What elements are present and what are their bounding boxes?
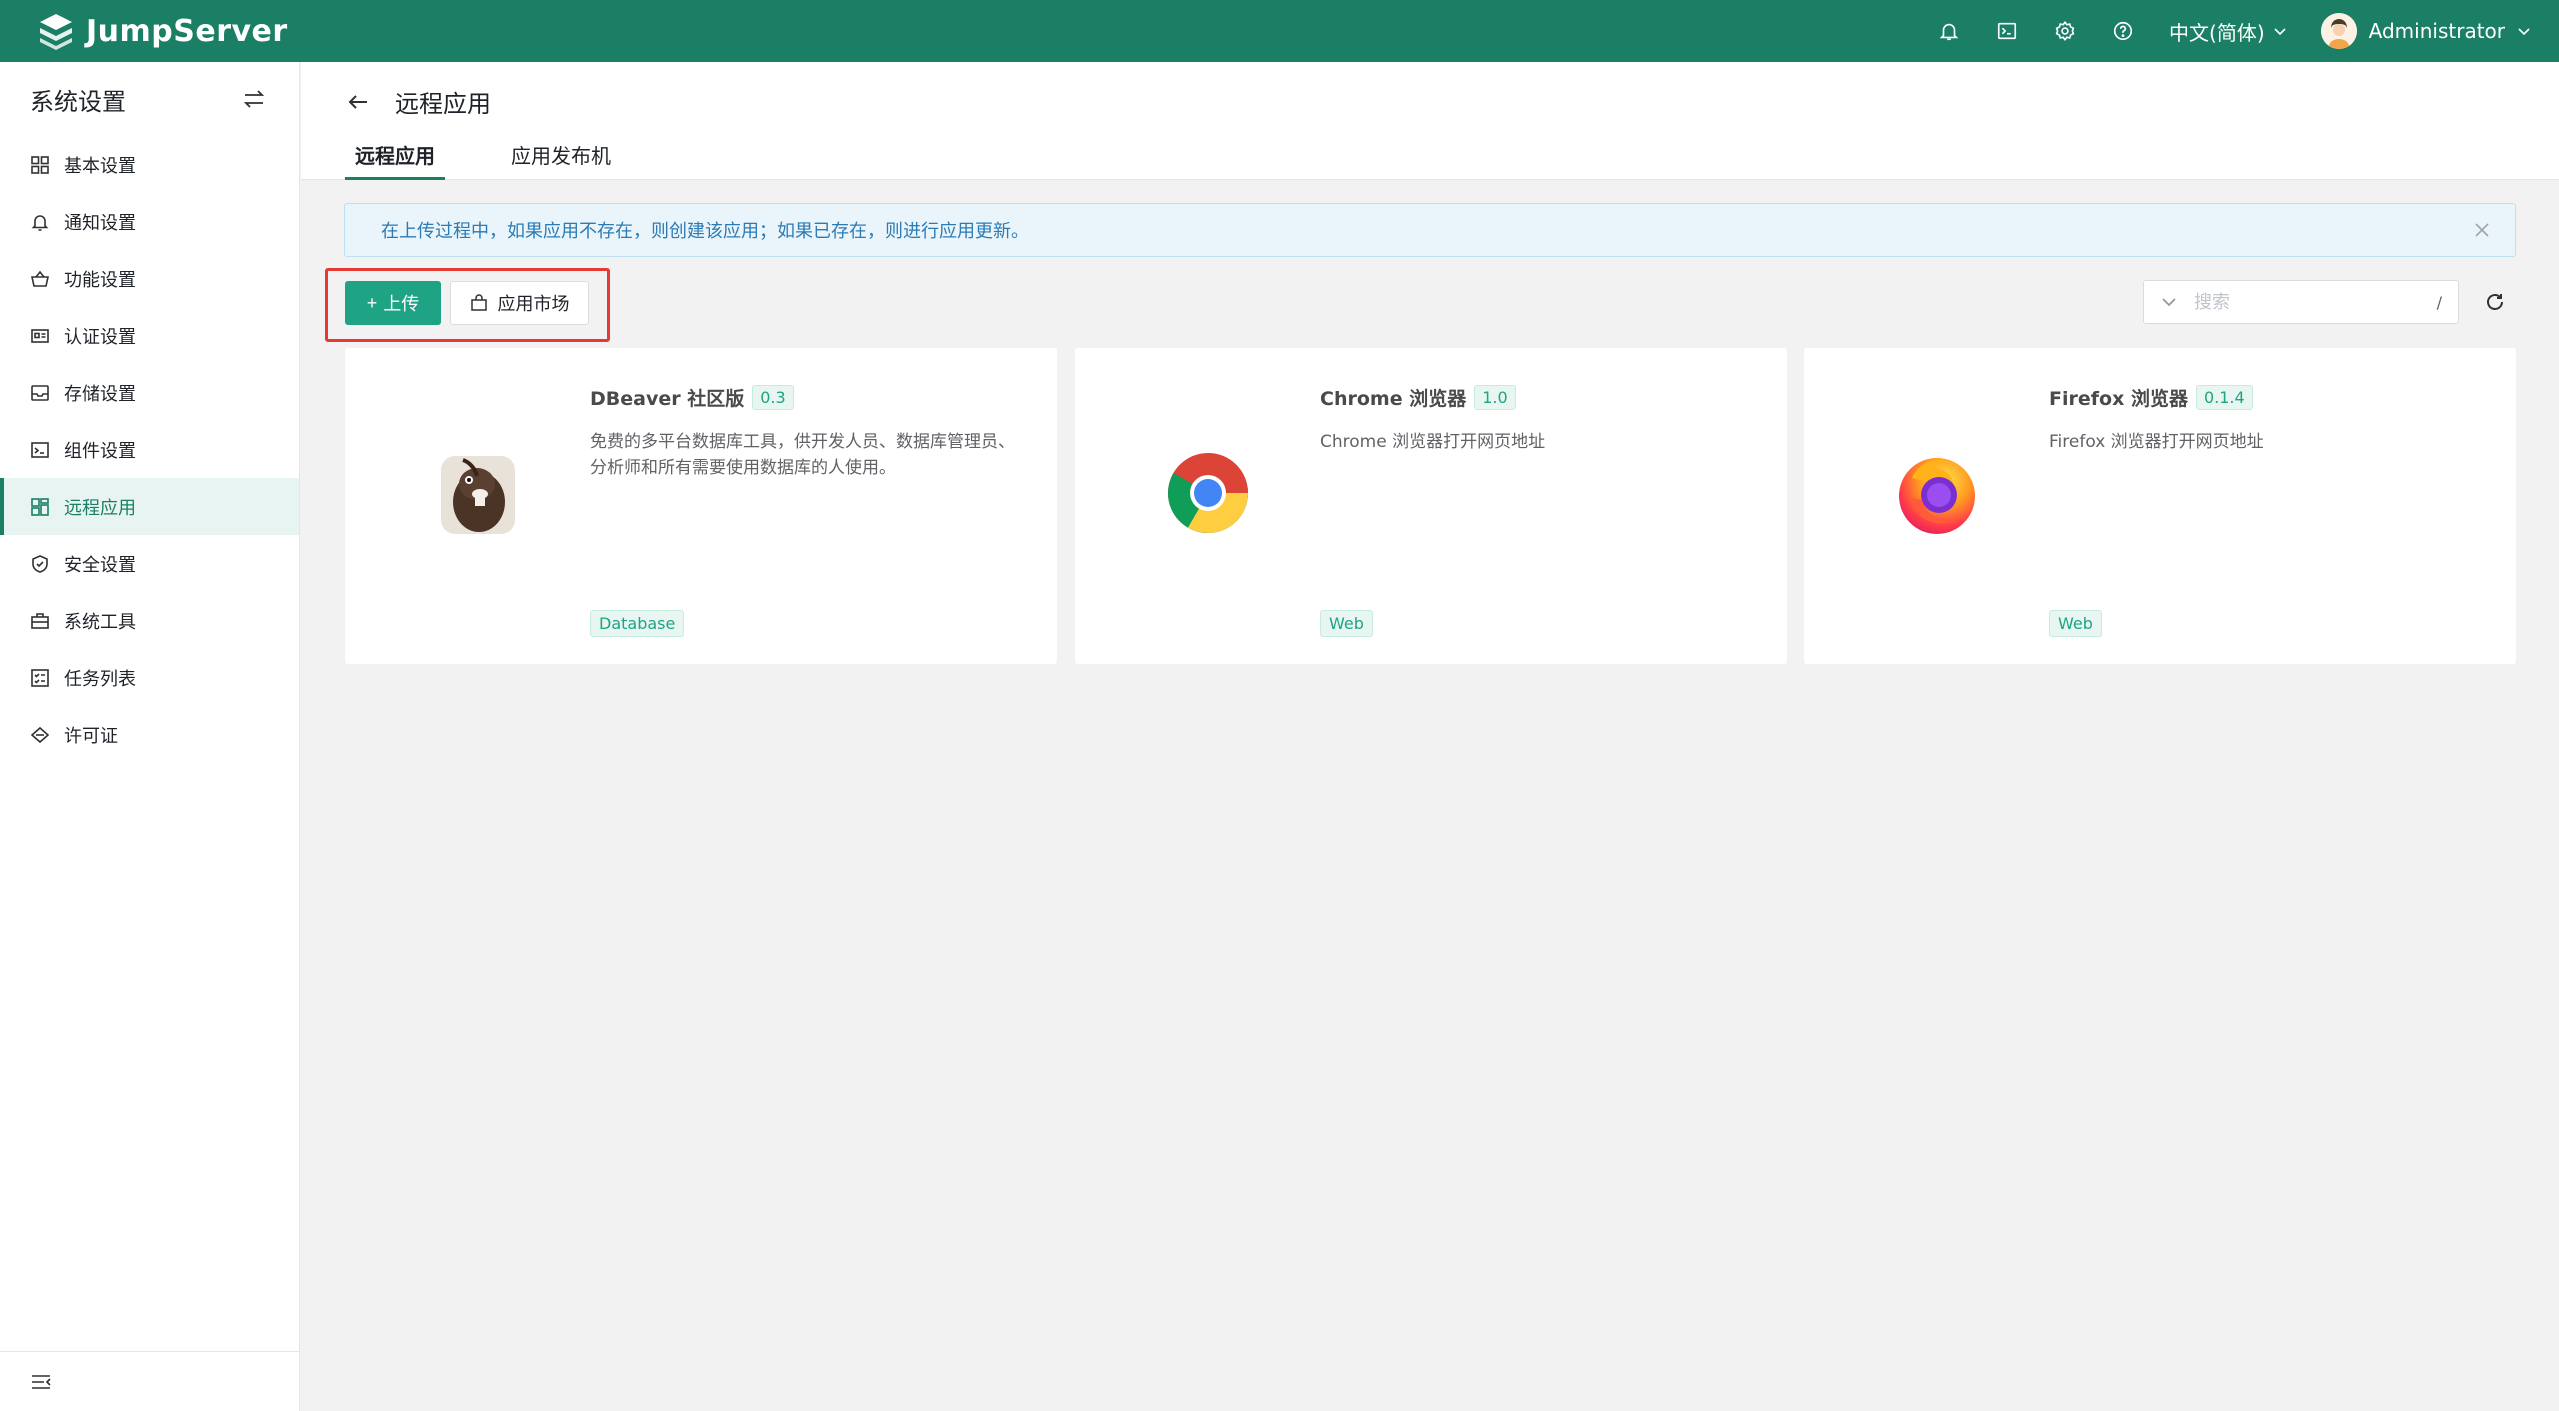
user-name: Administrator bbox=[2368, 19, 2505, 43]
firefox-logo-icon bbox=[1899, 458, 1975, 534]
collapse-menu-icon[interactable] bbox=[30, 1371, 52, 1393]
bell-icon bbox=[31, 214, 49, 231]
sidebar-item-label: 认证设置 bbox=[64, 326, 136, 348]
sidebar-title: 系统设置 bbox=[30, 87, 126, 116]
sidebar-item-label: 任务列表 bbox=[64, 668, 136, 690]
sidebar-item-basic[interactable]: 基本设置 bbox=[0, 136, 299, 193]
app-card[interactable]: Chrome 浏览器 1.0 Chrome 浏览器打开网页地址 Web bbox=[1075, 348, 1787, 664]
upload-label: 上传 bbox=[383, 294, 420, 314]
avatar bbox=[2320, 13, 2357, 49]
id-card-icon bbox=[31, 328, 49, 343]
toolbox-icon bbox=[31, 612, 49, 629]
chevron-down-icon[interactable] bbox=[2160, 293, 2178, 311]
alert-text: 在上传过程中，如果应用不存在，则创建该应用；如果已存在，则进行应用更新。 bbox=[381, 221, 1029, 242]
back-arrow-icon[interactable] bbox=[345, 89, 371, 115]
tab-remote-apps[interactable]: 远程应用 bbox=[345, 136, 445, 180]
sidebar-item-label: 基本设置 bbox=[64, 155, 136, 177]
sidebar-item-tasks[interactable]: 任务列表 bbox=[0, 649, 299, 706]
category-tag: Database bbox=[590, 610, 685, 637]
swap-icon[interactable] bbox=[241, 86, 267, 112]
page-header: 远程应用 远程应用 应用发布机 bbox=[301, 62, 2559, 180]
help-icon[interactable] bbox=[2111, 19, 2135, 43]
inbox-icon bbox=[31, 384, 49, 401]
gear-icon[interactable] bbox=[2053, 19, 2077, 43]
sidebar-item-remote-apps[interactable]: 远程应用 bbox=[0, 478, 299, 535]
sidebar-item-label: 通知设置 bbox=[64, 212, 136, 234]
tab-bar: 远程应用 应用发布机 bbox=[345, 136, 677, 180]
upload-button[interactable]: + 上传 bbox=[345, 281, 441, 325]
terminal-window-icon bbox=[31, 441, 49, 458]
sidebar-item-feature[interactable]: 功能设置 bbox=[0, 250, 299, 307]
language-label: 中文(简体) bbox=[2169, 20, 2265, 45]
language-selector[interactable]: 中文(简体) bbox=[2169, 17, 2287, 46]
card-name: Firefox 浏览器 bbox=[2049, 388, 2188, 410]
dbeaver-logo-icon bbox=[441, 456, 515, 534]
sidebar: 系统设置 基本设置 通知设置 功能设置 认证设置 存储设置 组件设置 远程应用 … bbox=[0, 62, 300, 1411]
tasklist-icon bbox=[31, 668, 49, 687]
info-alert: 在上传过程中，如果应用不存在，则创建该应用；如果已存在，则进行应用更新。 bbox=[344, 203, 2516, 257]
basket-icon bbox=[31, 270, 49, 287]
page-title: 远程应用 bbox=[395, 90, 491, 118]
brand[interactable]: JumpServer bbox=[36, 11, 288, 51]
sidebar-item-label: 系统工具 bbox=[64, 611, 136, 633]
sidebar-item-label: 功能设置 bbox=[64, 269, 136, 291]
grid-icon bbox=[31, 155, 49, 174]
apps-icon bbox=[31, 497, 49, 516]
user-menu[interactable]: Administrator bbox=[2320, 13, 2531, 49]
sidebar-item-label: 许可证 bbox=[64, 725, 118, 747]
top-header: JumpServer 中文(简体) Administrator bbox=[0, 0, 2559, 62]
brand-name: JumpServer bbox=[86, 13, 288, 49]
bell-icon[interactable] bbox=[1937, 19, 1961, 43]
chevron-down-icon bbox=[2517, 19, 2531, 43]
chrome-logo-icon bbox=[1168, 453, 1248, 533]
card-description: Firefox 浏览器打开网页地址 bbox=[2049, 432, 2264, 452]
app-market-button[interactable]: 应用市场 bbox=[450, 281, 589, 325]
tab-app-publisher[interactable]: 应用发布机 bbox=[501, 136, 621, 180]
search-input[interactable] bbox=[2194, 291, 2437, 313]
card-name: Chrome 浏览器 bbox=[1320, 388, 1467, 410]
sidebar-item-tools[interactable]: 系统工具 bbox=[0, 592, 299, 649]
search-box: / bbox=[2143, 280, 2459, 324]
diamond-icon bbox=[30, 726, 50, 743]
sidebar-item-component[interactable]: 组件设置 bbox=[0, 421, 299, 478]
card-name: DBeaver 社区版 bbox=[590, 388, 745, 410]
shopping-bag-icon bbox=[470, 294, 487, 311]
sidebar-footer bbox=[0, 1351, 299, 1411]
sidebar-item-license[interactable]: 许可证 bbox=[0, 706, 299, 763]
version-badge: 0.3 bbox=[752, 385, 794, 410]
sidebar-item-label: 安全设置 bbox=[64, 554, 136, 576]
card-description: Chrome 浏览器打开网页地址 bbox=[1320, 432, 1546, 452]
search-shortcut: / bbox=[2436, 292, 2442, 312]
chevron-down-icon bbox=[2273, 19, 2287, 43]
jumpserver-logo-icon bbox=[40, 14, 72, 50]
sidebar-item-label: 组件设置 bbox=[64, 440, 136, 462]
version-badge: 1.0 bbox=[1474, 385, 1516, 410]
category-tag: Web bbox=[2049, 610, 2102, 637]
plus-icon: + bbox=[366, 292, 378, 313]
sidebar-item-storage[interactable]: 存储设置 bbox=[0, 364, 299, 421]
app-market-label: 应用市场 bbox=[497, 294, 570, 314]
shield-icon bbox=[32, 554, 48, 573]
terminal-icon[interactable] bbox=[1995, 19, 2019, 43]
sidebar-item-notification[interactable]: 通知设置 bbox=[0, 193, 299, 250]
version-badge: 0.1.4 bbox=[2195, 385, 2253, 410]
sidebar-item-label: 存储设置 bbox=[64, 383, 136, 405]
close-icon[interactable] bbox=[2473, 221, 2491, 239]
app-card[interactable]: Firefox 浏览器 0.1.4 Firefox 浏览器打开网页地址 Web bbox=[1804, 348, 2516, 664]
app-card[interactable]: DBeaver 社区版 0.3 免费的多平台数据库工具，供开发人员、数据库管理员… bbox=[345, 348, 1057, 664]
refresh-icon[interactable] bbox=[2484, 291, 2506, 313]
category-tag: Web bbox=[1320, 610, 1373, 637]
sidebar-item-label: 远程应用 bbox=[64, 497, 136, 519]
sidebar-item-auth[interactable]: 认证设置 bbox=[0, 307, 299, 364]
sidebar-menu: 基本设置 通知设置 功能设置 认证设置 存储设置 组件设置 远程应用 安全设置 bbox=[0, 136, 299, 763]
sidebar-item-security[interactable]: 安全设置 bbox=[0, 535, 299, 592]
card-description: 免费的多平台数据库工具，供开发人员、数据库管理员、分析师和所有需要使用数据库的人… bbox=[590, 432, 1015, 478]
